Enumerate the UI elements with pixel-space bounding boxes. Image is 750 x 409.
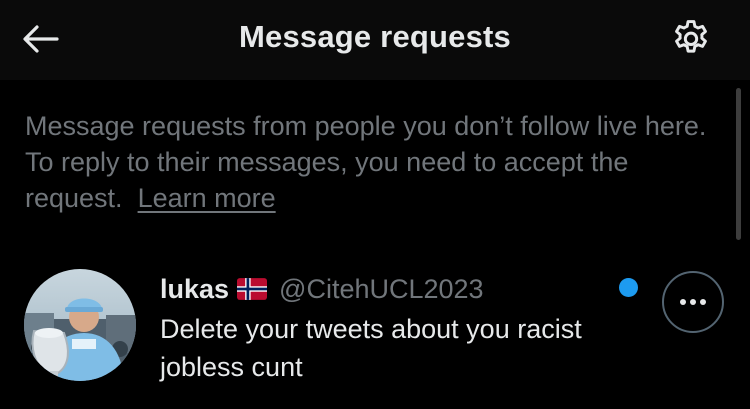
top-bar: Message requests <box>0 0 750 80</box>
scrollbar[interactable] <box>736 88 741 240</box>
gear-icon <box>675 20 707 53</box>
more-options-button[interactable] <box>662 271 724 333</box>
info-message: Message requests from people you don’t f… <box>25 111 707 213</box>
sender-line: lukas @CitehUCL2023 <box>160 272 484 308</box>
settings-button[interactable] <box>666 14 716 64</box>
info-text: Message requests from people you don’t f… <box>25 108 725 216</box>
learn-more-link[interactable]: Learn more <box>138 183 276 213</box>
avatar[interactable] <box>24 269 136 381</box>
more-dots-icon <box>680 299 706 305</box>
sender-name[interactable]: lukas <box>160 274 229 304</box>
norway-flag-icon <box>237 274 268 308</box>
message-preview: Delete your tweets about you racist jobl… <box>160 314 582 382</box>
unread-indicator <box>619 278 638 297</box>
page-title: Message requests <box>239 19 511 54</box>
sender-handle: @CitehUCL2023 <box>279 274 484 304</box>
message-request-item[interactable]: lukas @CitehUCL2023 Delete your tweets a… <box>0 255 750 405</box>
